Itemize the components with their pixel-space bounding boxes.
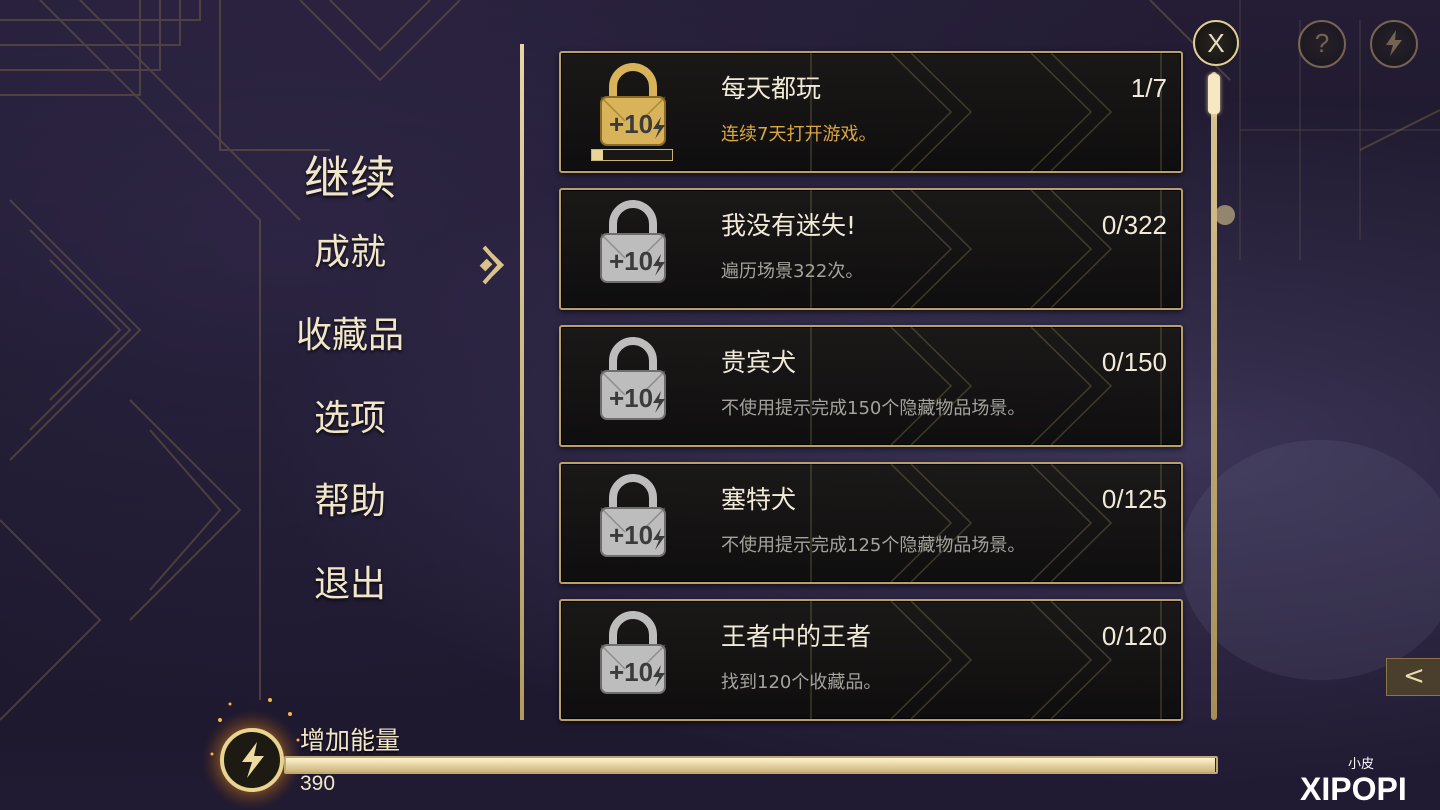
achievement-progress: 0/125 (1101, 484, 1167, 514)
energy-value: 390 (300, 772, 336, 795)
lock-icon: +10 (600, 474, 666, 557)
achievement-title: 王者中的王者 (721, 622, 872, 651)
achievement-title: 每天都玩 (721, 74, 822, 103)
menu-help[interactable]: 帮助 (250, 481, 450, 523)
energy-button[interactable] (1370, 20, 1418, 68)
reward-label: +10 (609, 657, 653, 687)
reward-label: +10 (609, 109, 653, 139)
achievement-description: 连续7天打开游戏。 (721, 124, 877, 145)
lock-icon: +10 (600, 611, 666, 694)
chevron-left-icon: < (1403, 661, 1425, 691)
close-button[interactable]: X (1193, 20, 1239, 66)
achievement-progress: 0/120 (1101, 621, 1167, 651)
menu-collectibles[interactable]: 收藏品 (250, 315, 450, 357)
achievement-card: +10 我没有迷失! 0/322 遍历场景322次。 (559, 188, 1183, 310)
menu-options[interactable]: 选项 (250, 398, 450, 440)
panel-divider (520, 44, 524, 720)
svg-text:小皮: 小皮 (1348, 757, 1374, 772)
lock-icon: +10 (600, 200, 666, 283)
menu-achievements[interactable]: 成就 (250, 232, 450, 274)
achievement-title: 塞特犬 (721, 485, 797, 514)
energy-progress-fill (286, 758, 1216, 772)
achievement-description: 不使用提示完成125个隐藏物品场景。 (721, 535, 1026, 556)
energy-orb-icon[interactable] (200, 690, 310, 810)
lightning-icon (1386, 30, 1402, 56)
lock-icon: +10 (600, 63, 666, 146)
energy-label: 增加能量 (300, 726, 401, 755)
achievement-title: 贵宾犬 (721, 348, 797, 377)
achievement-progress-bar (591, 149, 673, 161)
energy-progress-bar (284, 756, 1218, 774)
watermark-logo: 小皮 XIPOPI (1300, 757, 1407, 807)
help-button[interactable]: ? (1298, 20, 1346, 68)
achievement-card: +10 塞特犬 0/125 不使用提示完成125个隐藏物品场景。 (559, 462, 1183, 584)
achievement-progress: 0/322 (1101, 210, 1167, 240)
side-tab-button[interactable]: < (1386, 658, 1440, 696)
reward-label: +10 (609, 383, 653, 413)
achievement-card: +10 王者中的王者 0/120 找到120个收藏品。 (559, 599, 1183, 721)
achievement-description: 找到120个收藏品。 (721, 672, 882, 693)
close-icon: X (1207, 28, 1225, 58)
achievement-card: +10 每天都玩 1/7 连续7天打开游戏。 (559, 51, 1183, 173)
reward-label: +10 (609, 520, 653, 550)
achievement-title: 我没有迷失! (721, 211, 857, 240)
achievement-progress: 0/150 (1101, 347, 1167, 377)
menu-exit[interactable]: 退出 (250, 564, 450, 606)
menu-continue[interactable]: 继续 (250, 150, 450, 206)
lock-icon: +10 (600, 337, 666, 420)
achievement-progress: 1/7 (1130, 73, 1167, 103)
reward-label: +10 (609, 246, 653, 276)
achievement-description: 不使用提示完成150个隐藏物品场景。 (721, 398, 1026, 419)
chevron-right-icon (479, 245, 505, 285)
main-menu: 继续 成就 收藏品 选项 帮助 退出 (250, 150, 450, 647)
achievement-progress-fill (592, 150, 604, 160)
scrollbar-thumb[interactable] (1208, 74, 1220, 114)
help-icon: ? (1314, 28, 1330, 58)
achievement-description: 遍历场景322次。 (721, 261, 864, 282)
scrollbar-track[interactable] (1211, 72, 1217, 720)
svg-text:XIPOPI: XIPOPI (1300, 771, 1407, 807)
game-screen: 继续 成就 收藏品 选项 帮助 退出 +10 每天都玩 1/7 连续7天打开游戏… (0, 0, 1440, 810)
achievement-card: +10 贵宾犬 0/150 不使用提示完成150个隐藏物品场景。 (559, 325, 1183, 447)
